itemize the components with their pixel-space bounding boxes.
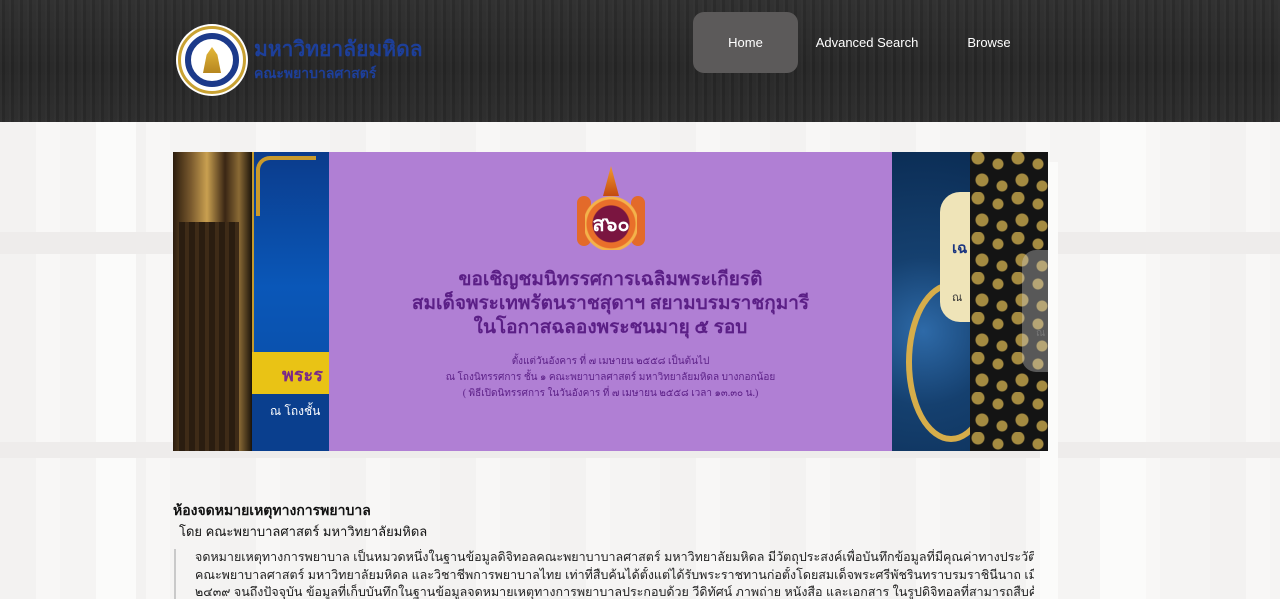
banner-detail-1: ตั้งแต่วันอังคาร ที่ ๗ เมษายน ๒๕๕๘ เป็นต… [511, 356, 710, 367]
far-right-slide-text: ณ [1036, 328, 1046, 339]
carousel-slide-right-edge[interactable]: ณ [970, 152, 1048, 451]
nav-advanced-search[interactable]: Advanced Search [798, 12, 936, 73]
intro-blockquote: จดหมายเหตุทางการพยาบาล เป็นหมวดหนึ่งในฐา… [174, 549, 1034, 599]
carousel-slide-main[interactable]: ส๖๐ ขอเชิญชมนิทรรศการเฉลิมพระเกียรติ สมเ… [329, 152, 892, 451]
ornament-icon [256, 156, 316, 216]
site-header: มหาวิทยาลัยมหิดล คณะพยาบาลศาสตร์ Home Ad… [0, 0, 1280, 122]
brand-title: มหาวิทยาลัยมหิดล [254, 38, 423, 61]
main-nav: Home Advanced Search Browse [693, 12, 1042, 73]
site-logo[interactable]: มหาวิทยาลัยมหิดล คณะพยาบาลศาสตร์ [178, 26, 423, 94]
left-slide-text: พระร [282, 365, 323, 385]
intro-line-2: คณะพยาบาลศาสตร์ มหาวิทยาลัยมหิดล และวิชา… [195, 567, 1034, 582]
banner-headline-3: ในโอกาสฉลองพระชนมายุ ๕ รอบ [473, 317, 748, 338]
banner-headline-2: สมเด็จพระเทพรัตนราชสุดาฯ สยามบรมราชกุมาร… [411, 293, 810, 314]
banner-detail-2: ณ โถงนิทรรศการ ชั้น ๑ คณะพยาบาลศาสตร์ มห… [445, 372, 776, 383]
section-byline: โดย คณะพยาบาลศาสตร์ มหาวิทยาลัยมหิดล [179, 524, 428, 539]
right-slide-text: เฉ [952, 240, 968, 257]
banner-carousel[interactable]: พระร ณ โถงชั้น ส๖๐ ขอเชิญชมนิทรรศการเฉลิ… [173, 152, 1048, 451]
banner-headline-1: ขอเชิญชมนิทรรศการเฉลิมพระเกียรติ [458, 269, 763, 290]
mahidol-seal-icon [178, 26, 246, 94]
carousel-slide-left-edge[interactable] [173, 152, 252, 451]
intro-line-1: จดหมายเหตุทางการพยาบาล เป็นหมวดหนึ่งในฐา… [195, 550, 1034, 564]
brand-subtitle: คณะพยาบาลศาสตร์ [254, 65, 377, 81]
section-title: ห้องจดหมายเหตุทางการพยาบาล [173, 502, 371, 518]
royal-emblem-icon: ส๖๐ [575, 166, 647, 256]
left-slide-subtext: ณ โถงชั้น [270, 404, 321, 418]
carousel-slide-right[interactable]: เฉ ณ [892, 152, 996, 451]
banner-detail-3: ( พิธีเปิดนิทรรศการ ในวันอังคาร ที่ ๗ เม… [462, 388, 759, 399]
nav-home[interactable]: Home [693, 12, 798, 73]
nav-browse[interactable]: Browse [936, 12, 1042, 73]
carousel-slide-left[interactable]: พระร ณ โถงชั้น [252, 152, 329, 451]
right-slide-subtext: ณ [952, 292, 963, 304]
intro-line-3: ๒๔๓๙ จนถึงปัจจุบัน ข้อมูลที่เก็บบันทึกใน… [195, 585, 1034, 599]
